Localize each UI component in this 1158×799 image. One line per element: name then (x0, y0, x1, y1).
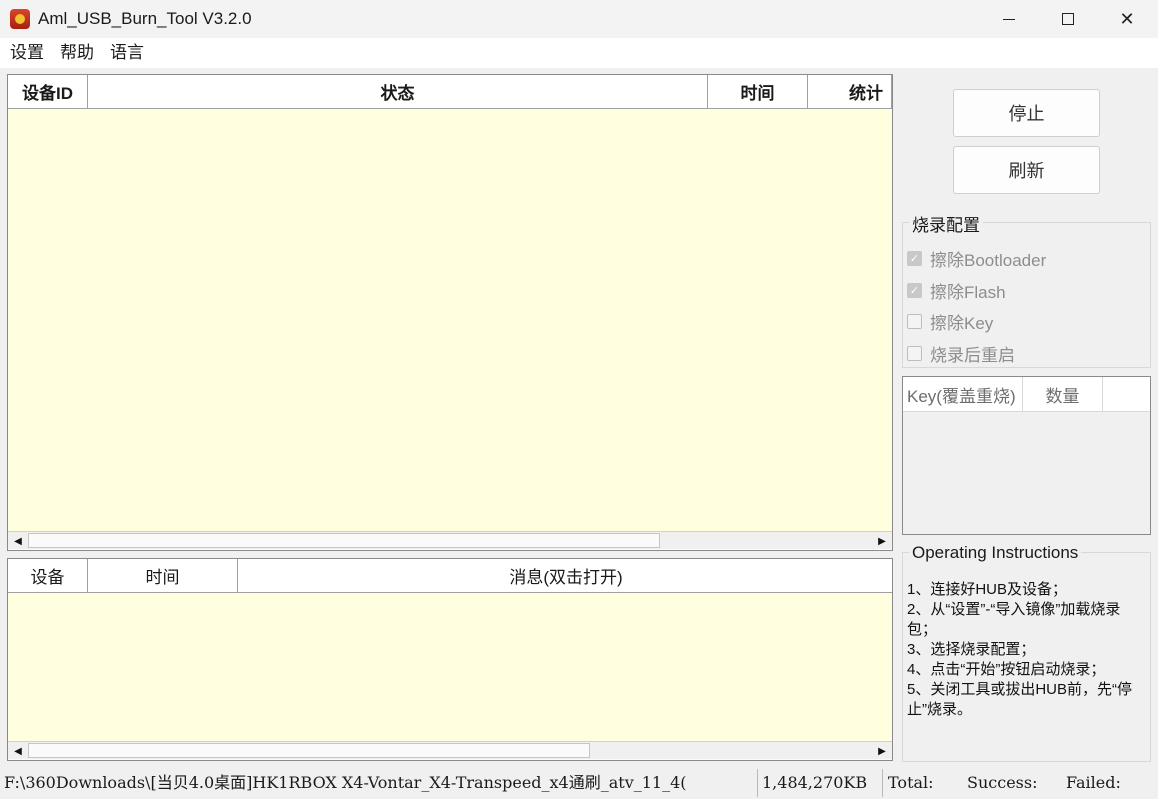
menu-help[interactable]: 帮助 (52, 38, 102, 68)
app-logo-icon (10, 9, 30, 29)
scroll-right-icon[interactable]: ▶ (872, 532, 892, 550)
stop-button[interactable]: 停止 (953, 89, 1100, 137)
maximize-icon (1062, 13, 1074, 25)
scroll-right-icon[interactable]: ▶ (872, 742, 892, 760)
key-table[interactable]: Key(覆盖重烧) 数量 (902, 376, 1151, 535)
status-divider (882, 769, 883, 797)
maximize-button[interactable] (1039, 0, 1097, 38)
column-msg-time[interactable]: 时间 (88, 559, 238, 593)
column-stats[interactable]: 统计 (808, 75, 892, 109)
checkbox-label: 烧录后重启 (930, 346, 1015, 365)
menu-bar: 设置 帮助 语言 (0, 38, 1158, 68)
checkbox-checked-icon: ✓ (907, 251, 922, 266)
column-message[interactable]: 消息(双击打开) (238, 559, 892, 593)
column-time[interactable]: 时间 (708, 75, 808, 109)
scroll-thumb[interactable] (28, 533, 660, 548)
checkbox-unchecked-icon (907, 314, 922, 329)
menu-settings[interactable]: 设置 (2, 38, 52, 68)
status-total: Total: (888, 773, 934, 792)
column-device[interactable]: 设备 (8, 559, 88, 593)
menu-language[interactable]: 语言 (102, 38, 152, 68)
column-key[interactable]: Key(覆盖重烧) (903, 377, 1023, 412)
erase-key-checkbox[interactable]: 擦除Key (907, 309, 993, 334)
message-table-scrollbar[interactable]: ◀ ▶ (8, 741, 892, 759)
status-divider (757, 769, 758, 797)
column-status[interactable]: 状态 (88, 75, 708, 109)
status-bar: F:\360Downloads\[当贝4.0桌面]HK1RBOX X4-Vont… (0, 767, 1158, 799)
checkbox-unchecked-icon (907, 346, 922, 361)
erase-bootloader-checkbox[interactable]: ✓ 擦除Bootloader (907, 246, 1046, 271)
scroll-left-icon[interactable]: ◀ (8, 532, 28, 550)
checkbox-checked-icon: ✓ (907, 283, 922, 298)
checkbox-label: 擦除Bootloader (930, 251, 1047, 270)
column-device-id[interactable]: 设备ID (8, 75, 88, 109)
reboot-after-burn-checkbox[interactable]: 烧录后重启 (907, 341, 1015, 366)
checkbox-label: 擦除Key (930, 314, 994, 333)
instructions-title: Operating Instructions (909, 543, 1082, 563)
close-button[interactable]: ✕ (1098, 0, 1156, 38)
checkbox-label: 擦除Flash (930, 283, 1006, 302)
status-file-size: 1,484,270KB (762, 773, 868, 792)
instructions-text: 1、连接好HUB及设备； 2、从“设置”-“导入镜像”加载烧录包； 3、选择烧录… (907, 581, 1133, 718)
title-bar: Aml_USB_Burn_Tool V3.2.0 ✕ (0, 0, 1158, 38)
refresh-button[interactable]: 刷新 (953, 146, 1100, 194)
minimize-button[interactable] (980, 0, 1038, 38)
status-success: Success: (967, 773, 1038, 792)
minimize-icon (1003, 18, 1015, 20)
close-icon: ✕ (1119, 8, 1135, 29)
erase-flash-checkbox[interactable]: ✓ 擦除Flash (907, 278, 1006, 303)
device-table[interactable]: 设备ID 状态 时间 统计 ◀ ▶ (7, 74, 893, 551)
column-count[interactable]: 数量 (1023, 377, 1103, 412)
key-header-filler (1103, 377, 1150, 412)
scroll-thumb[interactable] (28, 743, 590, 758)
window-title: Aml_USB_Burn_Tool V3.2.0 (38, 9, 252, 28)
burn-config-title: 烧录配置 (909, 211, 983, 236)
scroll-left-icon[interactable]: ◀ (8, 742, 28, 760)
device-table-scrollbar[interactable]: ◀ ▶ (8, 531, 892, 549)
status-failed: Failed: (1066, 773, 1121, 792)
status-file-path: F:\360Downloads\[当贝4.0桌面]HK1RBOX X4-Vont… (4, 773, 687, 792)
message-table[interactable]: 设备 时间 消息(双击打开) ◀ ▶ (7, 558, 893, 761)
